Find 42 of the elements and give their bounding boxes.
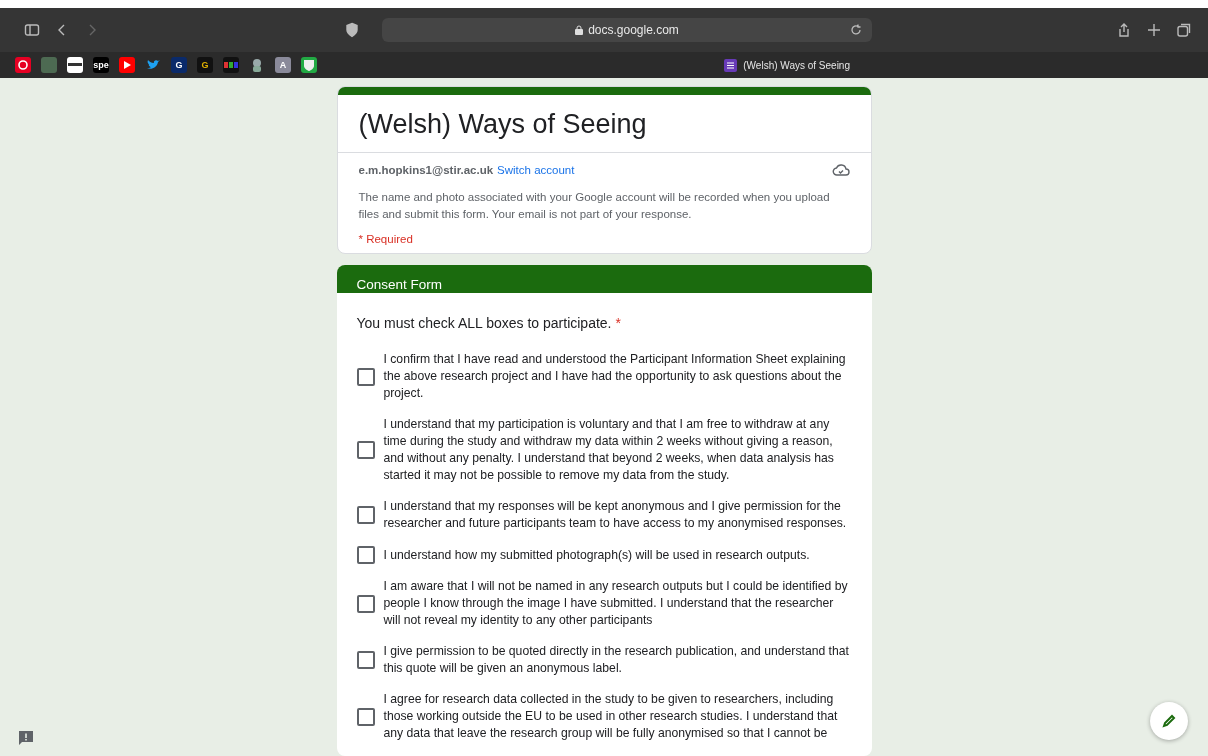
bookmark-icon[interactable] bbox=[223, 57, 239, 73]
required-note: * Required bbox=[358, 233, 414, 245]
checkbox-label[interactable]: I understand how my submitted photograph(s) will be used in research outputs. bbox=[383, 546, 810, 564]
checkbox-label[interactable]: I understand that my participation is voluntary and that I am free to withdraw at any time during the study and withdraw my data within 2 weeks without giving a reason, and without any penalty. I understand that beyond 2 weeks, when data analysis has started it may not be possible to remove my data from the study. bbox=[383, 416, 852, 484]
checkbox-label[interactable]: I give permission to be quoted directly in the research publication, and understand that this quote will be given an anonymous label. bbox=[383, 643, 852, 677]
form-title: (Welsh) Ways of Seeing bbox=[337, 95, 871, 153]
form-icon bbox=[724, 58, 738, 72]
question-text: You must check ALL boxes to participate. bbox=[356, 315, 612, 331]
bookmark-icon[interactable]: G bbox=[197, 57, 213, 73]
bookmark-icon[interactable]: G bbox=[171, 57, 187, 73]
checkbox[interactable] bbox=[356, 651, 375, 669]
pencil-icon bbox=[1162, 714, 1176, 728]
shield-icon[interactable] bbox=[344, 22, 360, 38]
checkbox-label[interactable]: I am aware that I will not be named in any research outputs but I could be identified by people I know through the image I have submitted. I understand that the researcher will not reveal my identity to any other participants bbox=[383, 578, 852, 629]
pinterest-bookmark-icon[interactable] bbox=[15, 57, 31, 73]
checkbox-label[interactable]: I confirm that I have read and understood the Participant Information Sheet explaining the above research project and I have had the opportunity to ask questions about the project. bbox=[383, 351, 852, 402]
new-tab-icon[interactable] bbox=[1146, 22, 1162, 38]
reload-icon[interactable] bbox=[850, 24, 862, 36]
checkbox[interactable] bbox=[356, 367, 375, 386]
required-mark: * bbox=[615, 315, 621, 331]
checkbox[interactable] bbox=[356, 707, 375, 726]
share-icon[interactable] bbox=[1116, 22, 1132, 38]
clapper-bookmark-icon[interactable] bbox=[67, 57, 83, 73]
checkbox[interactable] bbox=[356, 546, 375, 564]
tabs-icon[interactable] bbox=[1176, 22, 1192, 38]
play-bookmark-icon[interactable] bbox=[119, 57, 135, 73]
bookmark-icon[interactable]: spe bbox=[93, 57, 109, 73]
checkbox[interactable] bbox=[356, 506, 375, 524]
account-email: e.m.hopkins1@stir.ac.uk bbox=[358, 164, 494, 176]
cloud-check-icon bbox=[831, 163, 850, 177]
feedback-icon[interactable] bbox=[18, 730, 34, 746]
checkbox[interactable] bbox=[356, 594, 375, 613]
privacy-notice: The name and photo associated with your Google account will be recorded when you upload files and submit this form. Your email is not part of your response. bbox=[358, 190, 831, 222]
browser-tab[interactable]: (Welsh) Ways of Seeing bbox=[724, 58, 850, 72]
switch-account-link[interactable]: Switch account bbox=[497, 164, 575, 176]
checkbox-label[interactable]: I agree for research data collected in the study to be given to researchers, including those working outside the EU to be used in other research studies. I understand that any data that leave the research group will be fully anonymised so that I cannot be bbox=[383, 691, 852, 742]
crest-bookmark-icon[interactable] bbox=[301, 57, 317, 73]
address-bar[interactable]: docs.google.com bbox=[382, 18, 872, 42]
checkbox-label[interactable]: I understand that my responses will be kept anonymous and I give permission for the researcher and future participants team to have access to my anonymised responses. bbox=[383, 498, 852, 532]
sidebar-icon[interactable] bbox=[24, 22, 40, 38]
address-text: docs.google.com bbox=[588, 23, 679, 37]
checkbox[interactable] bbox=[356, 441, 375, 459]
